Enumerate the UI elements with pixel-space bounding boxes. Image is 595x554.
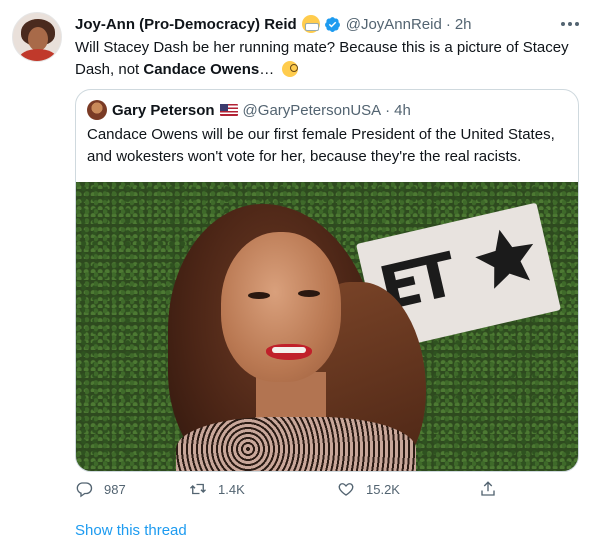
tweet-text-part2: … [259,61,279,78]
photo-eye-left [248,292,270,299]
quoted-author-handle: @GaryPetersonUSA [242,101,382,119]
quoted-author-name: Gary Peterson [112,101,215,119]
separator-dot: · [445,15,451,33]
face-with-medical-mask-icon [301,15,320,33]
tweet-text: Will Stacey Dash be her running mate? Be… [75,37,580,81]
retweet-icon [190,483,206,495]
photo-lace-dress [176,417,416,471]
separator-dot: · [385,101,391,119]
us-flag-icon [219,104,238,116]
reply-icon [76,482,93,498]
avatar-face [28,27,48,51]
share-button[interactable] [479,478,497,500]
author-handle[interactable]: @JoyAnnReid [346,16,442,33]
author-avatar[interactable] [12,12,62,62]
retweet-button[interactable]: 1.4K [189,478,245,500]
tweet-text-bold: Candace Owens [143,61,260,78]
more-dot [575,22,579,26]
reply-count: 987 [104,481,126,497]
like-button[interactable]: 15.2K [337,478,400,500]
verified-badge-icon [324,16,340,32]
more-options-icon[interactable] [558,14,582,34]
show-thread-link[interactable]: Show this thread [75,522,187,539]
author-display-name[interactable]: Joy-Ann (Pro-Democracy) Reid [75,16,297,33]
tweet-header: Joy-Ann (Pro-Democracy) Reid @JoyAnnReid… [75,14,472,34]
quoted-tweet-header: Gary Peterson @GaryPetersonUSA · 4h [87,100,411,120]
reply-button[interactable]: 987 [75,478,126,500]
tweet-timestamp[interactable]: 2h [455,16,472,33]
share-icon [481,481,495,496]
more-dot [568,22,572,26]
tweet[interactable]: Joy-Ann (Pro-Democracy) Reid @JoyAnnReid… [0,0,595,554]
photo-eye-right [298,290,320,297]
face-with-monocle-icon [282,61,299,77]
quoted-tweet-photo[interactable]: ET [76,182,578,471]
photo-smile [272,347,306,353]
tweet-actions: 987 1.4K 15.2K [75,478,515,500]
star-icon [475,229,534,289]
retweet-count: 1.4K [218,481,245,497]
quoted-timestamp: 4h [394,101,411,119]
more-dot [561,22,565,26]
quoted-tweet[interactable]: Gary Peterson @GaryPetersonUSA · 4h Cand… [75,89,579,472]
quoted-tweet-text: Candace Owens will be our first female P… [87,126,555,165]
like-count: 15.2K [366,481,400,497]
heart-icon [338,483,354,496]
quoted-author-avatar [87,100,107,120]
avatar-shirt [19,49,57,61]
